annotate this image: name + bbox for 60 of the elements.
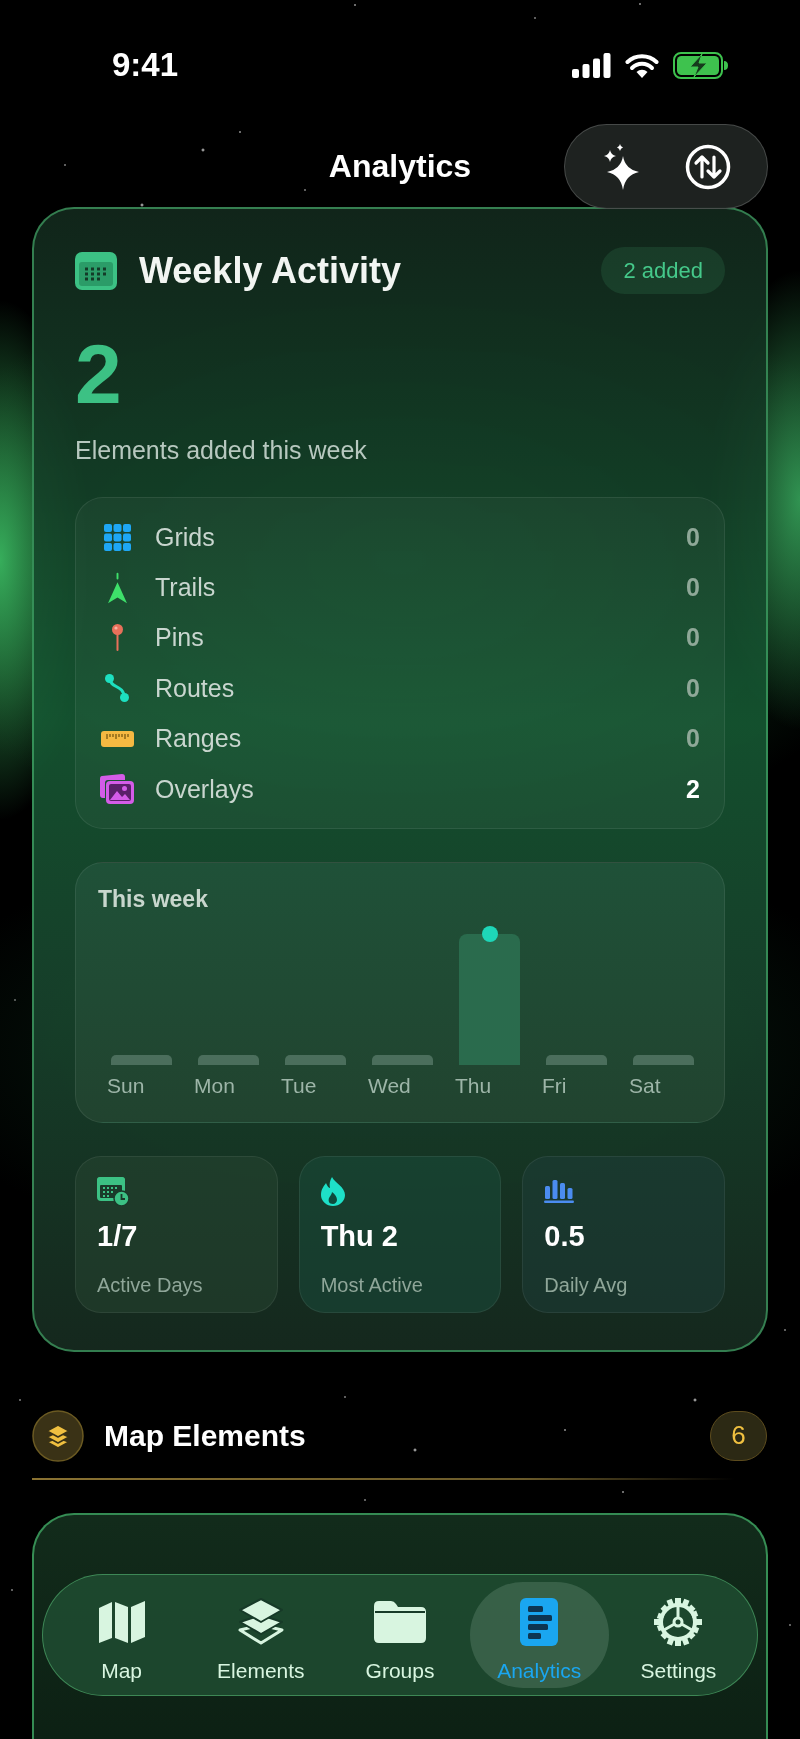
day-label: Sun	[107, 1074, 146, 1099]
map-icon	[98, 1600, 145, 1644]
stat-value: Thu 2	[320, 1219, 399, 1254]
element-type-label: Grids	[155, 522, 215, 552]
page-title: Analytics	[328, 148, 472, 185]
day-label: Mon	[194, 1074, 236, 1099]
total-caption: Elements added this week	[75, 435, 368, 465]
stat-label: Active Days	[97, 1273, 204, 1298]
photos-icon	[100, 774, 134, 805]
up-down-arrows-icon	[685, 143, 731, 190]
element-count: 0	[686, 522, 700, 552]
stat-label: Daily Avg	[544, 1273, 629, 1298]
element-type-label: Overlays	[155, 774, 254, 804]
peak-dot-icon	[482, 926, 498, 943]
grid-icon	[103, 523, 131, 551]
signal-icon	[572, 52, 611, 78]
wifi-icon	[625, 52, 659, 78]
stat-label: Most Active	[320, 1273, 424, 1298]
count-badge: 6	[710, 1411, 767, 1462]
flame-icon	[320, 1176, 345, 1206]
element-count: 0	[686, 724, 700, 754]
battery-charging-icon	[673, 51, 728, 79]
tab[interactable]: Elements	[191, 1582, 331, 1688]
day-label: Thu	[455, 1074, 493, 1099]
element-count: 0	[686, 573, 700, 603]
section-title: Map Elements	[104, 1419, 306, 1454]
route-icon	[105, 674, 129, 703]
layers-icon	[237, 1597, 284, 1647]
day-label: Wed	[368, 1074, 412, 1099]
navigation-arrow-icon	[107, 571, 127, 604]
ruler-icon	[100, 730, 134, 747]
layers-icon	[32, 1410, 84, 1463]
weekly-total: 2	[75, 332, 123, 416]
tab[interactable]: Groups	[330, 1582, 470, 1688]
element-type-label: Ranges	[155, 724, 242, 754]
tab[interactable]: Settings	[608, 1582, 748, 1688]
element-type-label: Pins	[155, 623, 204, 653]
day-label: Sat	[629, 1074, 662, 1099]
day-label: Fri	[542, 1074, 568, 1099]
tab[interactable]: Map	[52, 1582, 192, 1688]
element-count: 0	[686, 673, 700, 703]
element-count: 2	[686, 774, 700, 804]
sort-button[interactable]	[685, 143, 731, 190]
element-type-label: Trails	[155, 573, 216, 603]
added-badge: 2 added	[601, 247, 725, 294]
element-type-label: Routes	[155, 673, 235, 703]
stat-value: 0.5	[544, 1219, 586, 1254]
status-time: 9:41	[112, 45, 179, 85]
bar-chart-icon	[544, 1179, 575, 1204]
calendar-icon	[75, 251, 117, 290]
day-label: Tue	[281, 1074, 318, 1099]
chart-title: This week	[98, 886, 209, 913]
stat-value: 1/7	[97, 1219, 139, 1254]
card-title: Weekly Activity	[139, 249, 402, 292]
report-icon	[520, 1598, 559, 1646]
calendar-clock-icon	[97, 1176, 129, 1206]
pin-icon	[111, 624, 123, 652]
settings-icon	[654, 1598, 703, 1646]
element-count: 0	[686, 623, 700, 653]
folder-icon	[374, 1601, 426, 1643]
